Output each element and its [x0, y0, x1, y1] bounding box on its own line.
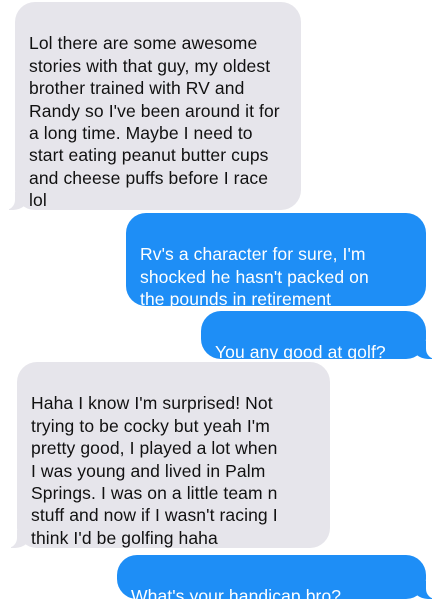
message-text: You any good at golf?: [215, 342, 386, 363]
message-text: Lol there are some awesome stories with …: [29, 33, 280, 211]
incoming-message-bubble[interactable]: Lol there are some awesome stories with …: [5, 2, 301, 211]
message-text: What's your handicap bro?: [131, 586, 342, 600]
incoming-message-bubble[interactable]: Haha I know I'm surprised! Not trying to…: [7, 362, 330, 548]
message-text: Haha I know I'm surprised! Not trying to…: [31, 393, 278, 548]
outgoing-message-bubble[interactable]: What's your handicap bro?: [117, 555, 436, 600]
message-text: Rv's a character for sure, I'm shocked h…: [140, 244, 369, 310]
outgoing-message-bubble[interactable]: You any good at golf?: [201, 311, 436, 363]
outgoing-message-bubble[interactable]: Rv's a character for sure, I'm shocked h…: [126, 213, 426, 310]
message-thread: Lol there are some awesome stories with …: [0, 0, 440, 600]
